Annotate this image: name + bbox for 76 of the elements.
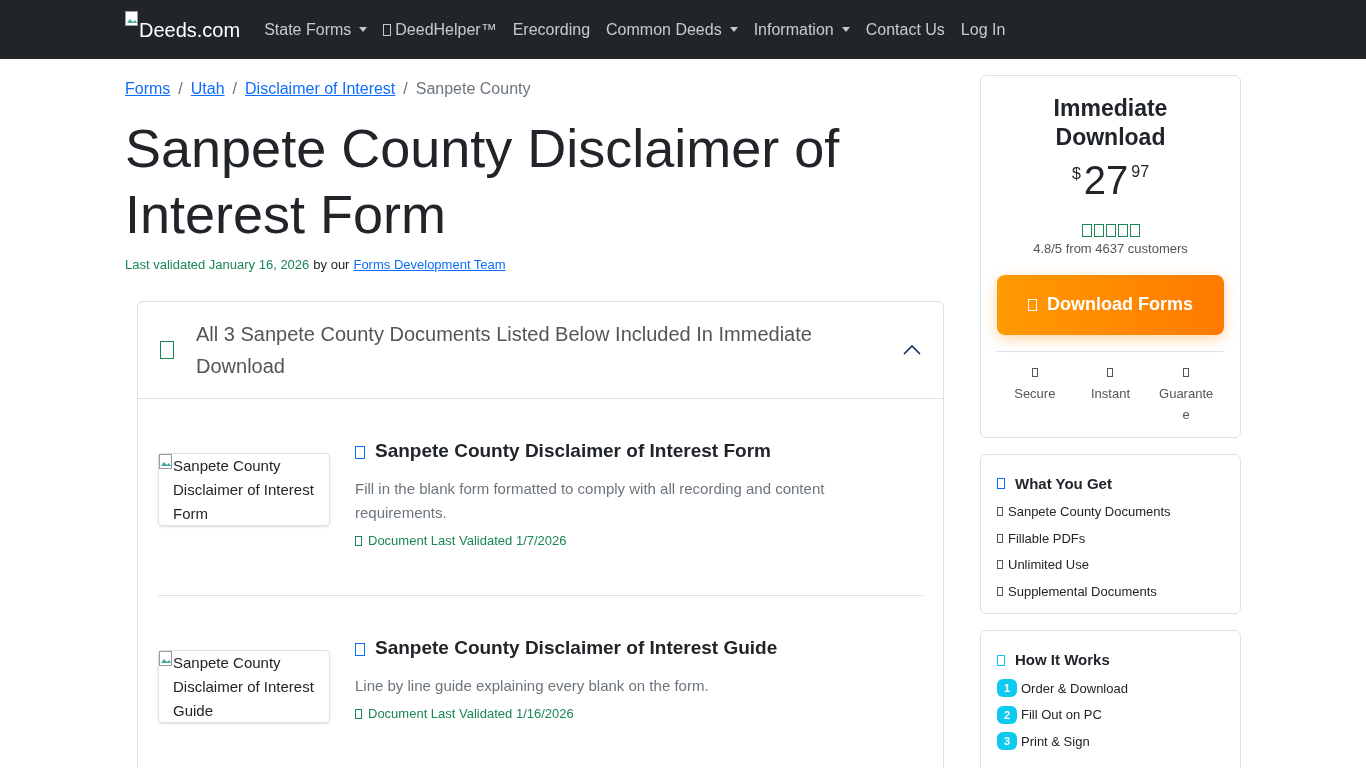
missing-glyph-icon bbox=[997, 478, 1005, 490]
feature-label: Guarantee bbox=[1158, 384, 1215, 424]
missing-glyph-icon bbox=[997, 533, 1003, 543]
benefit-item: Unlimited Use bbox=[1008, 556, 1089, 574]
step-label: Fill Out on PC bbox=[1021, 706, 1102, 724]
nav-link[interactable]: Log In bbox=[960, 17, 1006, 42]
missing-glyph-icon bbox=[997, 586, 1003, 596]
team-link[interactable]: Forms Development Team bbox=[353, 255, 506, 275]
nav-link[interactable]: Common Deeds bbox=[606, 17, 738, 42]
card-heading: How It Works bbox=[1015, 650, 1110, 670]
accordion-header[interactable]: All 3 Sanpete County Documents Listed Below Included In Immediate Download bbox=[138, 301, 943, 399]
document-validated: Document Last Validated 1/16/2026 bbox=[368, 705, 574, 723]
feature-label: Instant bbox=[1089, 384, 1131, 403]
benefit-item: Supplemental Documents bbox=[1008, 582, 1157, 601]
breadcrumb-separator: / bbox=[403, 79, 408, 99]
card-heading: What You Get bbox=[1015, 473, 1112, 494]
currency-symbol: $ bbox=[1071, 164, 1081, 184]
missing-glyph-icon bbox=[355, 643, 365, 657]
missing-glyph-icon bbox=[1028, 298, 1037, 311]
caret-icon bbox=[359, 27, 368, 32]
document-description: Fill in the blank form formatted to comply with all recording and content requirements. bbox=[355, 479, 826, 523]
breadcrumb-link[interactable]: Disclaimer of Interest bbox=[245, 77, 396, 101]
missing-glyph-icon bbox=[997, 560, 1003, 570]
validated-date: Last validated January 16, 2026 bbox=[125, 256, 310, 274]
caret-icon bbox=[841, 27, 850, 32]
page-title: Sanpete County Disclaimer of Interest Form bbox=[125, 117, 841, 246]
missing-glyph-icon bbox=[1031, 367, 1038, 377]
step-label: Order & Download bbox=[1021, 679, 1128, 698]
missing-glyph-icon bbox=[997, 654, 1005, 666]
caret-icon bbox=[729, 27, 738, 32]
document-title: Sanpete County Disclaimer of Interest Form bbox=[375, 438, 771, 463]
missing-glyph-icon bbox=[1129, 224, 1140, 237]
breadcrumb-current: Sanpete County bbox=[415, 79, 531, 99]
step-number-badge: 3 bbox=[997, 732, 1017, 751]
nav-link[interactable]: Information bbox=[753, 17, 850, 42]
missing-glyph-icon bbox=[1117, 224, 1128, 237]
image-alt-text: Sanpete County Disclaimer of Interest Form bbox=[173, 455, 315, 524]
missing-glyph-icon bbox=[355, 708, 362, 719]
benefit-item: Sanpete County Documents bbox=[1008, 503, 1171, 521]
breadcrumb-separator: / bbox=[232, 79, 238, 99]
missing-glyph-icon bbox=[1093, 224, 1104, 237]
missing-glyph-icon bbox=[1183, 367, 1190, 377]
benefit-item: Fillable PDFs bbox=[1008, 529, 1086, 548]
document-validated: Document Last Validated 1/7/2026 bbox=[368, 532, 567, 550]
validated-by: by our bbox=[313, 256, 350, 274]
step-label: Print & Sign bbox=[1021, 732, 1090, 751]
step-number-badge: 1 bbox=[997, 679, 1017, 698]
missing-glyph-icon bbox=[160, 340, 174, 359]
nav-link[interactable]: DeedHelper™ bbox=[383, 17, 497, 42]
breadcrumb-separator: / bbox=[178, 79, 183, 99]
image-alt-text: Sanpete County Disclaimer of Interest Guide bbox=[173, 652, 315, 721]
chevron-up-icon bbox=[903, 344, 921, 355]
purchase-heading: Immediate Download bbox=[1052, 94, 1169, 152]
missing-glyph-icon bbox=[997, 507, 1003, 517]
missing-glyph-icon bbox=[1107, 367, 1114, 377]
breadcrumb-link[interactable]: Forms bbox=[125, 77, 171, 101]
nav-link[interactable]: Erecording bbox=[512, 17, 591, 42]
document-description: Line by line guide explaining every blank on the form. bbox=[355, 676, 710, 696]
nav-link[interactable]: Contact Us bbox=[865, 17, 945, 42]
brand-link[interactable]: Deeds.com bbox=[125, 14, 241, 45]
missing-glyph-icon bbox=[355, 535, 362, 546]
feature-label: Secure bbox=[1013, 384, 1057, 403]
broken-image-icon bbox=[159, 453, 173, 470]
rating-text: 4.8/5 from 4637 customers bbox=[1033, 240, 1188, 258]
broken-image-icon bbox=[159, 650, 173, 667]
missing-glyph-icon bbox=[355, 446, 365, 460]
price-dollars: 27 bbox=[1083, 158, 1129, 202]
broken-image-icon bbox=[125, 10, 139, 27]
breadcrumb-link[interactable]: Utah bbox=[190, 77, 225, 101]
missing-glyph-icon bbox=[383, 23, 392, 36]
price-cents: 97 bbox=[1131, 162, 1150, 182]
missing-glyph-icon bbox=[1081, 224, 1092, 237]
document-title: Sanpete County Disclaimer of Interest Guide bbox=[375, 635, 778, 660]
step-number-badge: 2 bbox=[997, 705, 1017, 724]
missing-glyph-icon bbox=[1105, 224, 1116, 237]
nav-link[interactable]: State Forms bbox=[264, 17, 368, 42]
